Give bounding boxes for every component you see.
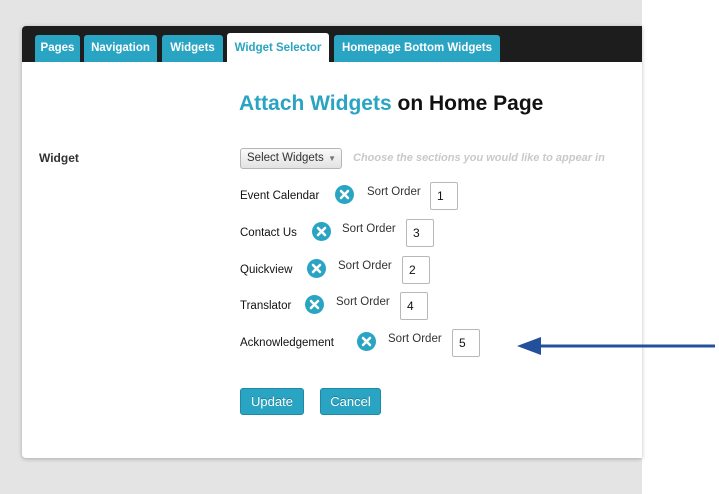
- sort-order-input[interactable]: [402, 256, 430, 284]
- widget-row-acknowledgement: Acknowledgement Sort Order: [240, 329, 504, 357]
- widget-selector-panel: Pages Navigation Widgets Widget Selector…: [22, 26, 642, 458]
- tab-bar: Pages Navigation Widgets Widget Selector…: [22, 26, 642, 62]
- select-hint: Choose the sections you would like to ap…: [353, 152, 605, 164]
- select-widgets-dropdown[interactable]: Select Widgets ▼: [240, 148, 342, 169]
- widget-name: Translator: [240, 300, 292, 312]
- widget-name: Quickview: [240, 264, 293, 276]
- remove-widget-icon[interactable]: [357, 332, 376, 351]
- cancel-button[interactable]: Cancel: [320, 388, 381, 415]
- tab-homepage-bottom-widgets[interactable]: Homepage Bottom Widgets: [334, 35, 500, 62]
- tab-navigation[interactable]: Navigation: [84, 35, 157, 62]
- remove-widget-icon[interactable]: [305, 295, 324, 314]
- pointer-arrow-icon: [517, 337, 715, 355]
- widget-row-translator: Translator Sort Order: [240, 292, 454, 320]
- page-title: Attach Widgets on Home Page: [239, 92, 543, 116]
- sort-order-label: Sort Order: [367, 186, 421, 198]
- remove-widget-icon[interactable]: [307, 259, 326, 278]
- page-title-accent: Attach Widgets: [239, 92, 392, 115]
- sort-order-label: Sort Order: [342, 223, 396, 235]
- sort-order-input[interactable]: [400, 292, 428, 320]
- update-button[interactable]: Update: [240, 388, 304, 415]
- sort-order-input[interactable]: [430, 182, 458, 210]
- widget-name: Event Calendar: [240, 190, 320, 202]
- remove-widget-icon[interactable]: [335, 185, 354, 204]
- page-title-rest: on Home Page: [391, 92, 544, 115]
- chevron-down-icon: ▼: [328, 154, 336, 163]
- select-widgets-value: Select Widgets: [247, 152, 324, 164]
- widget-field-label: Widget: [39, 151, 79, 165]
- tab-pages[interactable]: Pages: [35, 35, 80, 62]
- widget-name: Contact Us: [240, 227, 297, 239]
- sort-order-label: Sort Order: [388, 333, 442, 345]
- sort-order-label: Sort Order: [336, 296, 390, 308]
- widget-name: Acknowledgement: [240, 337, 334, 349]
- widget-row-contact-us: Contact Us Sort Order: [240, 219, 460, 247]
- sort-order-input[interactable]: [406, 219, 434, 247]
- widget-row-event-calendar: Event Calendar Sort Order: [240, 182, 480, 210]
- tab-widgets[interactable]: Widgets: [162, 35, 223, 62]
- widget-row-quickview: Quickview Sort Order: [240, 256, 456, 284]
- tab-widget-selector[interactable]: Widget Selector: [227, 33, 329, 62]
- sort-order-label: Sort Order: [338, 260, 392, 272]
- remove-widget-icon[interactable]: [312, 222, 331, 241]
- sort-order-input[interactable]: [452, 329, 480, 357]
